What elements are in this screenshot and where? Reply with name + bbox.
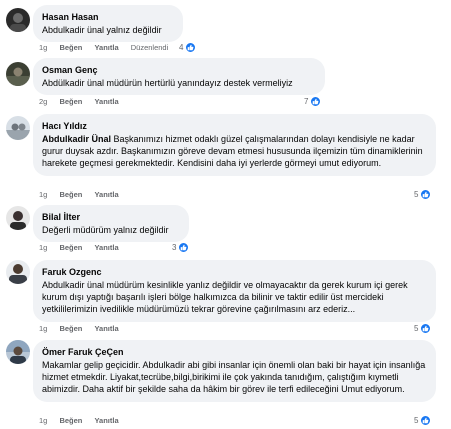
- reply-button[interactable]: Yanıtla: [94, 97, 118, 106]
- reply-button[interactable]: Yanıtla: [94, 416, 118, 425]
- comment-time[interactable]: 1g: [39, 416, 47, 425]
- reaction-count[interactable]: 5: [414, 415, 432, 426]
- avatar[interactable]: [6, 260, 30, 284]
- reaction-count[interactable]: 5: [414, 323, 432, 334]
- mention-link[interactable]: Abdulkadir Ünal: [42, 134, 111, 144]
- like-reaction-icon: [420, 189, 432, 200]
- avatar[interactable]: [6, 62, 30, 86]
- reply-button[interactable]: Yanıtla: [94, 190, 118, 199]
- comment-time[interactable]: 1g: [39, 190, 47, 199]
- comment-bubble: Faruk Ozgenc Abdulkadir ünal müdürüm kes…: [33, 260, 436, 322]
- comment-actions: 1g Beğen Yanıtla: [39, 190, 129, 199]
- like-button[interactable]: Beğen: [59, 43, 82, 52]
- reaction-number: 3: [172, 243, 177, 252]
- comment-text: Abdulkadir ünal yalnız değildir: [42, 25, 162, 35]
- comment-time[interactable]: 1g: [39, 324, 47, 333]
- like-reaction-icon: [185, 42, 197, 53]
- reaction-number: 4: [179, 43, 184, 52]
- comment-time[interactable]: 1g: [39, 243, 47, 252]
- reply-button[interactable]: Yanıtla: [94, 243, 118, 252]
- like-button[interactable]: Beğen: [59, 324, 82, 333]
- avatar[interactable]: [6, 116, 30, 140]
- comment-bubble: Osman Genç Abdülkadir ünal müdürün hertü…: [33, 58, 325, 96]
- like-button[interactable]: Beğen: [59, 190, 82, 199]
- comment-time[interactable]: 2g: [39, 97, 47, 106]
- comment-bubble: Ömer Faruk ÇeÇen Makamlar gelip geçicidi…: [33, 340, 436, 402]
- comment-actions: 1g Beğen Yanıtla Düzenlendi: [39, 43, 178, 52]
- comment-bubble: Hacı Yıldız Abdulkadir Ünal Başkanımızı …: [33, 114, 436, 176]
- reaction-number: 7: [304, 97, 309, 106]
- comment-actions: 1g Beğen Yanıtla: [39, 324, 129, 333]
- comment-text: Abdulkadir Ünal Başkanımızı hizmet odakl…: [42, 133, 427, 170]
- reply-button[interactable]: Yanıtla: [94, 43, 118, 52]
- reaction-number: 5: [414, 190, 419, 199]
- comment-text: Abdulkadir ünal müdürüm kesinlikle yanlı…: [42, 280, 408, 315]
- edited-label: Düzenlendi: [130, 43, 169, 52]
- comment-text: Abdülkadir ünal müdürün hertürlü yanında…: [42, 78, 293, 88]
- like-button[interactable]: Beğen: [59, 97, 82, 106]
- avatar[interactable]: [6, 340, 30, 364]
- reaction-count[interactable]: 5: [414, 189, 432, 200]
- like-reaction-icon: [178, 242, 190, 253]
- comment-actions: 2g Beğen Yanıtla: [39, 97, 129, 106]
- comment-author[interactable]: Hacı Yıldız: [42, 120, 427, 132]
- like-button[interactable]: Beğen: [59, 243, 82, 252]
- avatar[interactable]: [6, 206, 30, 230]
- comment-text: Makamlar gelip geçicidir. Abdulkadir abi…: [42, 360, 426, 395]
- comment-author[interactable]: Osman Genç: [42, 64, 316, 76]
- reaction-count[interactable]: 7: [304, 96, 322, 107]
- comment-bubble: Bilal İlter Değerli müdürüm yalnız değil…: [33, 205, 189, 243]
- avatar[interactable]: [6, 8, 30, 32]
- comment-author[interactable]: Faruk Ozgenc: [42, 266, 427, 278]
- comment-author[interactable]: Ömer Faruk ÇeÇen: [42, 346, 427, 358]
- reaction-number: 5: [414, 416, 419, 425]
- comment-actions: 1g Beğen Yanıtla: [39, 416, 129, 425]
- reply-button[interactable]: Yanıtla: [94, 324, 118, 333]
- reaction-number: 5: [414, 324, 419, 333]
- reaction-count[interactable]: 3: [172, 242, 190, 253]
- like-reaction-icon: [420, 323, 432, 334]
- reaction-count[interactable]: 4: [179, 42, 197, 53]
- comment-author[interactable]: Bilal İlter: [42, 211, 180, 223]
- comment-bubble: Hasan Hasan Abdulkadir ünal yalnız değil…: [33, 5, 183, 43]
- comment-time[interactable]: 1g: [39, 43, 47, 52]
- like-reaction-icon: [310, 96, 322, 107]
- comment-text: Değerli müdürüm yalnız değildir: [42, 225, 169, 235]
- comment-actions: 1g Beğen Yanıtla: [39, 243, 129, 252]
- like-button[interactable]: Beğen: [59, 416, 82, 425]
- comment-author[interactable]: Hasan Hasan: [42, 11, 174, 23]
- like-reaction-icon: [420, 415, 432, 426]
